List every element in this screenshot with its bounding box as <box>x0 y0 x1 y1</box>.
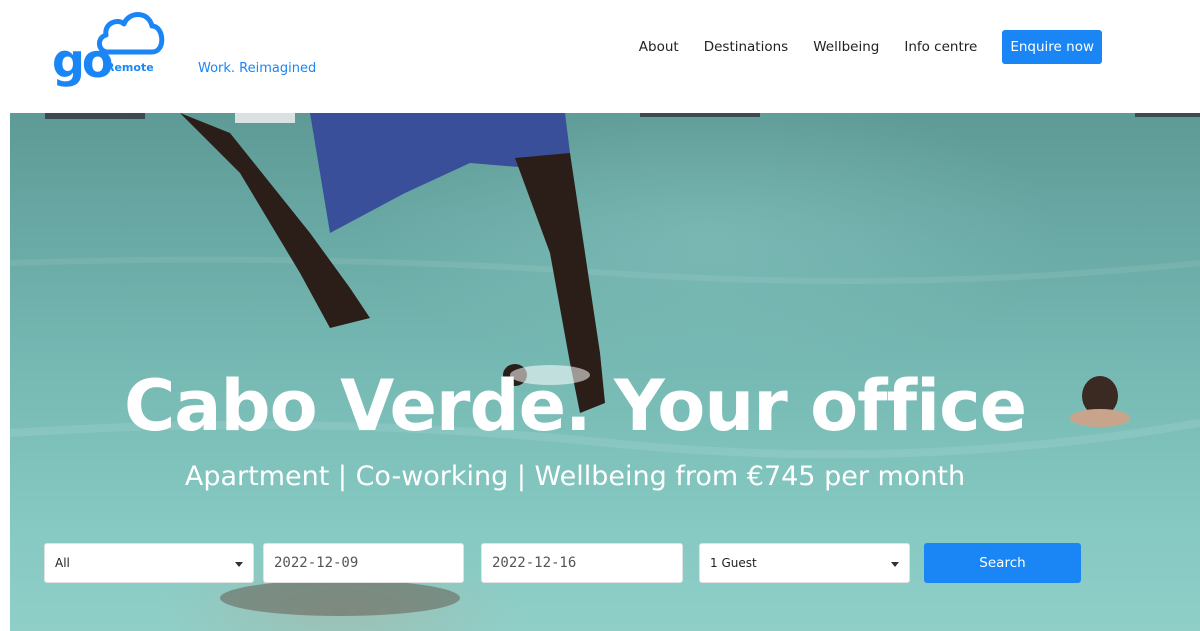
gorremote-logo[interactable]: go Remote <box>52 8 172 88</box>
logo-remote-text: Remote <box>106 61 154 74</box>
destination-value: All <box>55 556 70 570</box>
hero-title: Cabo Verde. Your office <box>123 365 1027 447</box>
guests-select[interactable]: 1 Guest <box>699 543 910 583</box>
nav-info-centre[interactable]: Info centre <box>904 39 977 55</box>
main-nav: About Destinations Wellbeing Info centre… <box>639 30 1102 64</box>
site-header: go Remote Work. Reimagined About Destina… <box>0 0 1200 113</box>
search-button[interactable]: Search <box>924 543 1081 583</box>
check-out-date-input[interactable]: 2022-12-16 <box>481 543 683 583</box>
destination-select[interactable]: All <box>44 543 254 583</box>
check-in-value: 2022-12-09 <box>274 555 359 571</box>
nav-about[interactable]: About <box>639 39 679 55</box>
check-in-date-input[interactable]: 2022-12-09 <box>263 543 464 583</box>
enquire-now-button[interactable]: Enquire now <box>1002 30 1102 64</box>
hero-banner: Cabo Verde. Your office Apartment | Co-w… <box>10 113 1200 631</box>
chevron-down-icon <box>891 562 899 567</box>
tagline: Work. Reimagined <box>198 61 317 76</box>
nav-destinations[interactable]: Destinations <box>704 39 789 55</box>
logo-go-text: go <box>52 34 114 88</box>
hero-subtitle: Apartment | Co-working | Wellbeing from … <box>184 461 966 492</box>
nav-wellbeing[interactable]: Wellbeing <box>813 39 879 55</box>
chevron-down-icon <box>235 562 243 567</box>
guests-value: 1 Guest <box>710 556 757 570</box>
check-out-value: 2022-12-16 <box>492 555 577 571</box>
